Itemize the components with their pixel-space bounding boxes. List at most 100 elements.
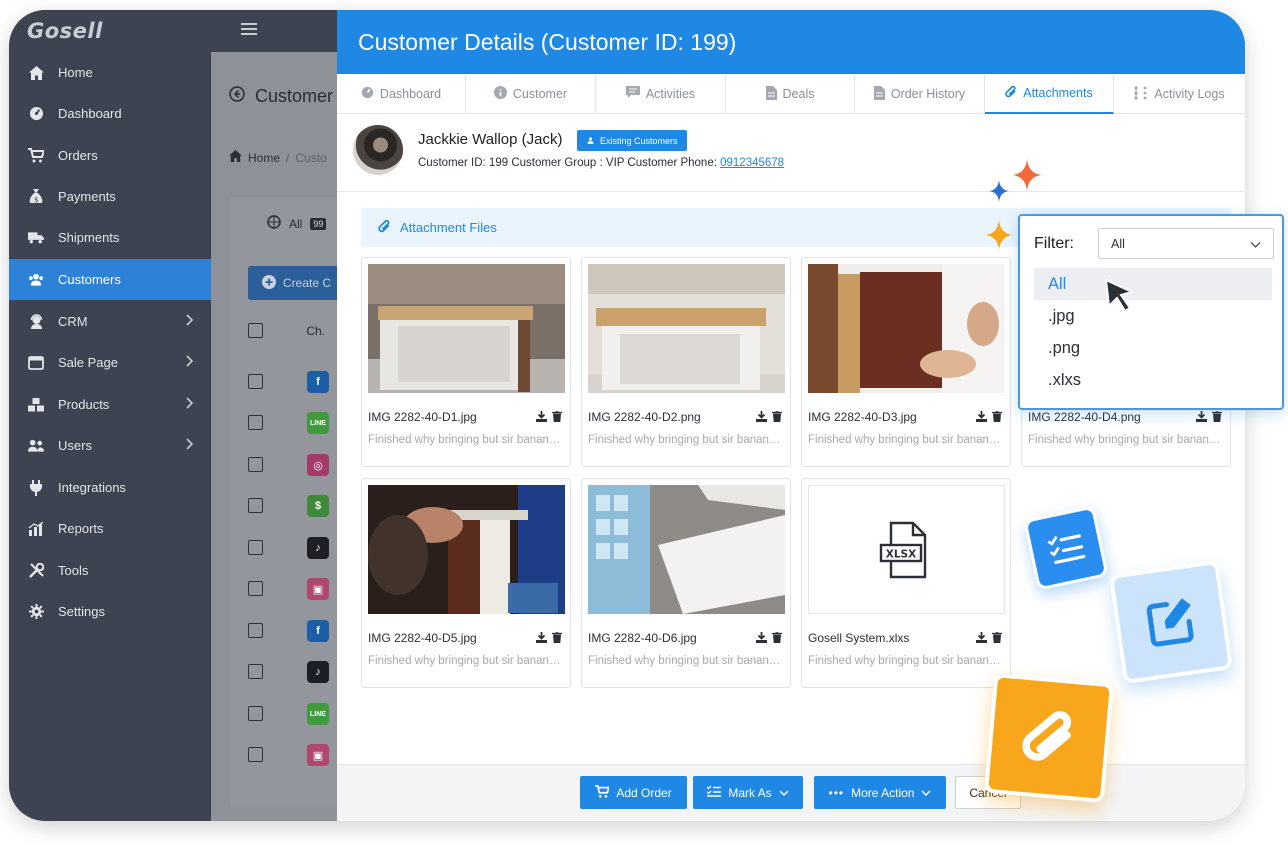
sidebar-item-label: Shipments (58, 230, 120, 245)
download-icon[interactable] (976, 630, 987, 648)
file-name: IMG 2282-40-D2.png (588, 410, 701, 424)
sidebar-item-reports[interactable]: Reports (9, 508, 211, 549)
image-thumbnail[interactable] (368, 485, 565, 614)
sidebar-item-sale-page[interactable]: Sale Page (9, 342, 211, 383)
image-thumbnail[interactable] (588, 264, 785, 393)
filter-option-png[interactable]: .png (1034, 332, 1272, 364)
tab-order-history[interactable]: Order History (855, 74, 985, 114)
trash-icon[interactable] (992, 409, 1002, 427)
filter-option-jpg[interactable]: .jpg (1034, 300, 1272, 332)
sidebar-item-products[interactable]: Products (9, 384, 211, 425)
modal-title: Customer Details (Customer ID: 199) (337, 10, 1245, 74)
create-customer-button[interactable]: Create C (248, 266, 350, 300)
tab-activities[interactable]: Activities (596, 74, 726, 114)
row-checkbox[interactable] (248, 664, 263, 679)
customer-phone-link[interactable]: 0912345678 (720, 157, 784, 169)
row-checkbox[interactable] (248, 581, 263, 596)
sidebar-item-customers[interactable]: Customers (9, 259, 211, 300)
download-icon[interactable] (756, 630, 767, 648)
download-icon[interactable] (536, 409, 547, 427)
button-label: Mark As (728, 785, 772, 800)
trash-icon[interactable] (772, 630, 782, 648)
more-action-button[interactable]: ••• More Action (814, 776, 946, 809)
table-row[interactable]: f (248, 371, 348, 393)
attachment-card[interactable]: IMG 2282-40-D5.jpg Finished why bringing… (361, 478, 571, 688)
filter-option-xlxs[interactable]: .xlxs (1034, 364, 1272, 396)
trash-icon[interactable] (552, 409, 562, 427)
table-row[interactable]: ▣ (248, 578, 348, 600)
download-icon[interactable] (976, 409, 987, 427)
attachment-card[interactable]: IMG 2282-40-D3.jpg Finished why bringing… (801, 257, 1011, 467)
table-row[interactable]: ▣ (248, 744, 348, 766)
sidebar-item-payments[interactable]: $ Payments (9, 176, 211, 217)
sidebar-item-users[interactable]: Users (9, 425, 211, 466)
back-arrow-icon[interactable] (229, 86, 245, 107)
tab-activity-logs[interactable]: Activity Logs (1114, 74, 1245, 114)
sidebar-item-integrations[interactable]: Integrations (9, 467, 211, 508)
status-badge: Existing Customers (577, 130, 687, 151)
row-checkbox[interactable] (248, 623, 263, 638)
image-thumbnail[interactable] (588, 485, 785, 614)
sparkle-orange-icon (1012, 159, 1042, 191)
customer-info-text: Customer ID: 199 Customer Group : VIP Cu… (418, 157, 721, 169)
image-thumbnail[interactable] (368, 264, 565, 393)
attachment-card[interactable]: IMG 2282-40-D2.png Finished why bringing… (581, 257, 791, 467)
svg-text:$: $ (34, 196, 38, 204)
table-row[interactable]: f (248, 620, 348, 642)
sidebar-item-orders[interactable]: Orders (9, 135, 211, 176)
row-checkbox[interactable] (248, 540, 263, 555)
download-icon[interactable] (536, 630, 547, 648)
sidebar-item-shipments[interactable]: Shipments (9, 217, 211, 258)
sidebar-item-label: Orders (58, 148, 98, 163)
table-row[interactable]: LINE (248, 412, 348, 434)
sidebar-item-tools[interactable]: Tools (9, 550, 211, 591)
row-checkbox[interactable] (248, 374, 263, 389)
row-checkbox[interactable] (248, 498, 263, 513)
trash-icon[interactable] (992, 630, 1002, 648)
sidebar-item-dashboard[interactable]: Dashboard (9, 93, 211, 134)
table-row[interactable]: ♪ (248, 537, 348, 559)
attachment-card[interactable]: XLSX Gosell System.xlxs Finished why bri… (801, 478, 1011, 688)
paperclip-icon (378, 219, 391, 237)
app-logo: Gosell (27, 19, 103, 43)
tab-customer[interactable]: Customer (466, 74, 596, 114)
trash-icon[interactable] (552, 630, 562, 648)
tab-dashboard[interactable]: Dashboard (337, 74, 466, 114)
image-thumbnail[interactable] (808, 264, 1005, 393)
row-checkbox[interactable] (248, 415, 263, 430)
attachment-card[interactable]: IMG 2282-40-D6.jpg Finished why bringing… (581, 478, 791, 688)
row-checkbox[interactable] (248, 706, 263, 721)
trash-icon[interactable] (1212, 409, 1222, 427)
gear-icon (28, 604, 44, 620)
shop-icon: $ (307, 495, 329, 517)
table-row[interactable]: LINE (248, 703, 348, 725)
sidebar-item-label: Reports (58, 521, 104, 536)
add-order-button[interactable]: Add Order (580, 776, 687, 809)
cart-plus-icon (595, 784, 611, 801)
table-row[interactable]: ◎ (248, 454, 348, 476)
table-row[interactable]: ♪ (248, 661, 348, 683)
row-checkbox[interactable] (248, 747, 263, 762)
checklist-icon (706, 785, 722, 800)
filter-select[interactable]: All (1098, 228, 1274, 259)
sidebar-item-label: Customers (58, 272, 121, 287)
filter-option-all[interactable]: All (1034, 268, 1272, 300)
background-tab-all[interactable]: All 99 (267, 215, 327, 232)
row-checkbox[interactable] (248, 457, 263, 472)
breadcrumb-home[interactable]: Home (248, 151, 280, 165)
edit-tile-icon (1108, 559, 1234, 685)
sidebar-item-home[interactable]: Home (9, 52, 211, 93)
table-row[interactable]: $ (248, 495, 348, 517)
download-icon[interactable] (1196, 409, 1207, 427)
tab-deals[interactable]: Deals (726, 74, 855, 114)
sidebar-item-settings[interactable]: Settings (9, 591, 211, 632)
tab-attachments[interactable]: Attachments (985, 74, 1114, 114)
hamburger-menu-icon[interactable] (241, 22, 257, 41)
select-all-checkbox[interactable] (248, 323, 263, 338)
file-preview[interactable]: XLSX (808, 485, 1005, 614)
attachment-card[interactable]: IMG 2282-40-D1.jpg Finished why bringing… (361, 257, 571, 467)
mark-as-button[interactable]: Mark As (693, 776, 803, 809)
sidebar-item-crm[interactable]: CRM (9, 301, 211, 342)
download-icon[interactable] (756, 409, 767, 427)
trash-icon[interactable] (772, 409, 782, 427)
